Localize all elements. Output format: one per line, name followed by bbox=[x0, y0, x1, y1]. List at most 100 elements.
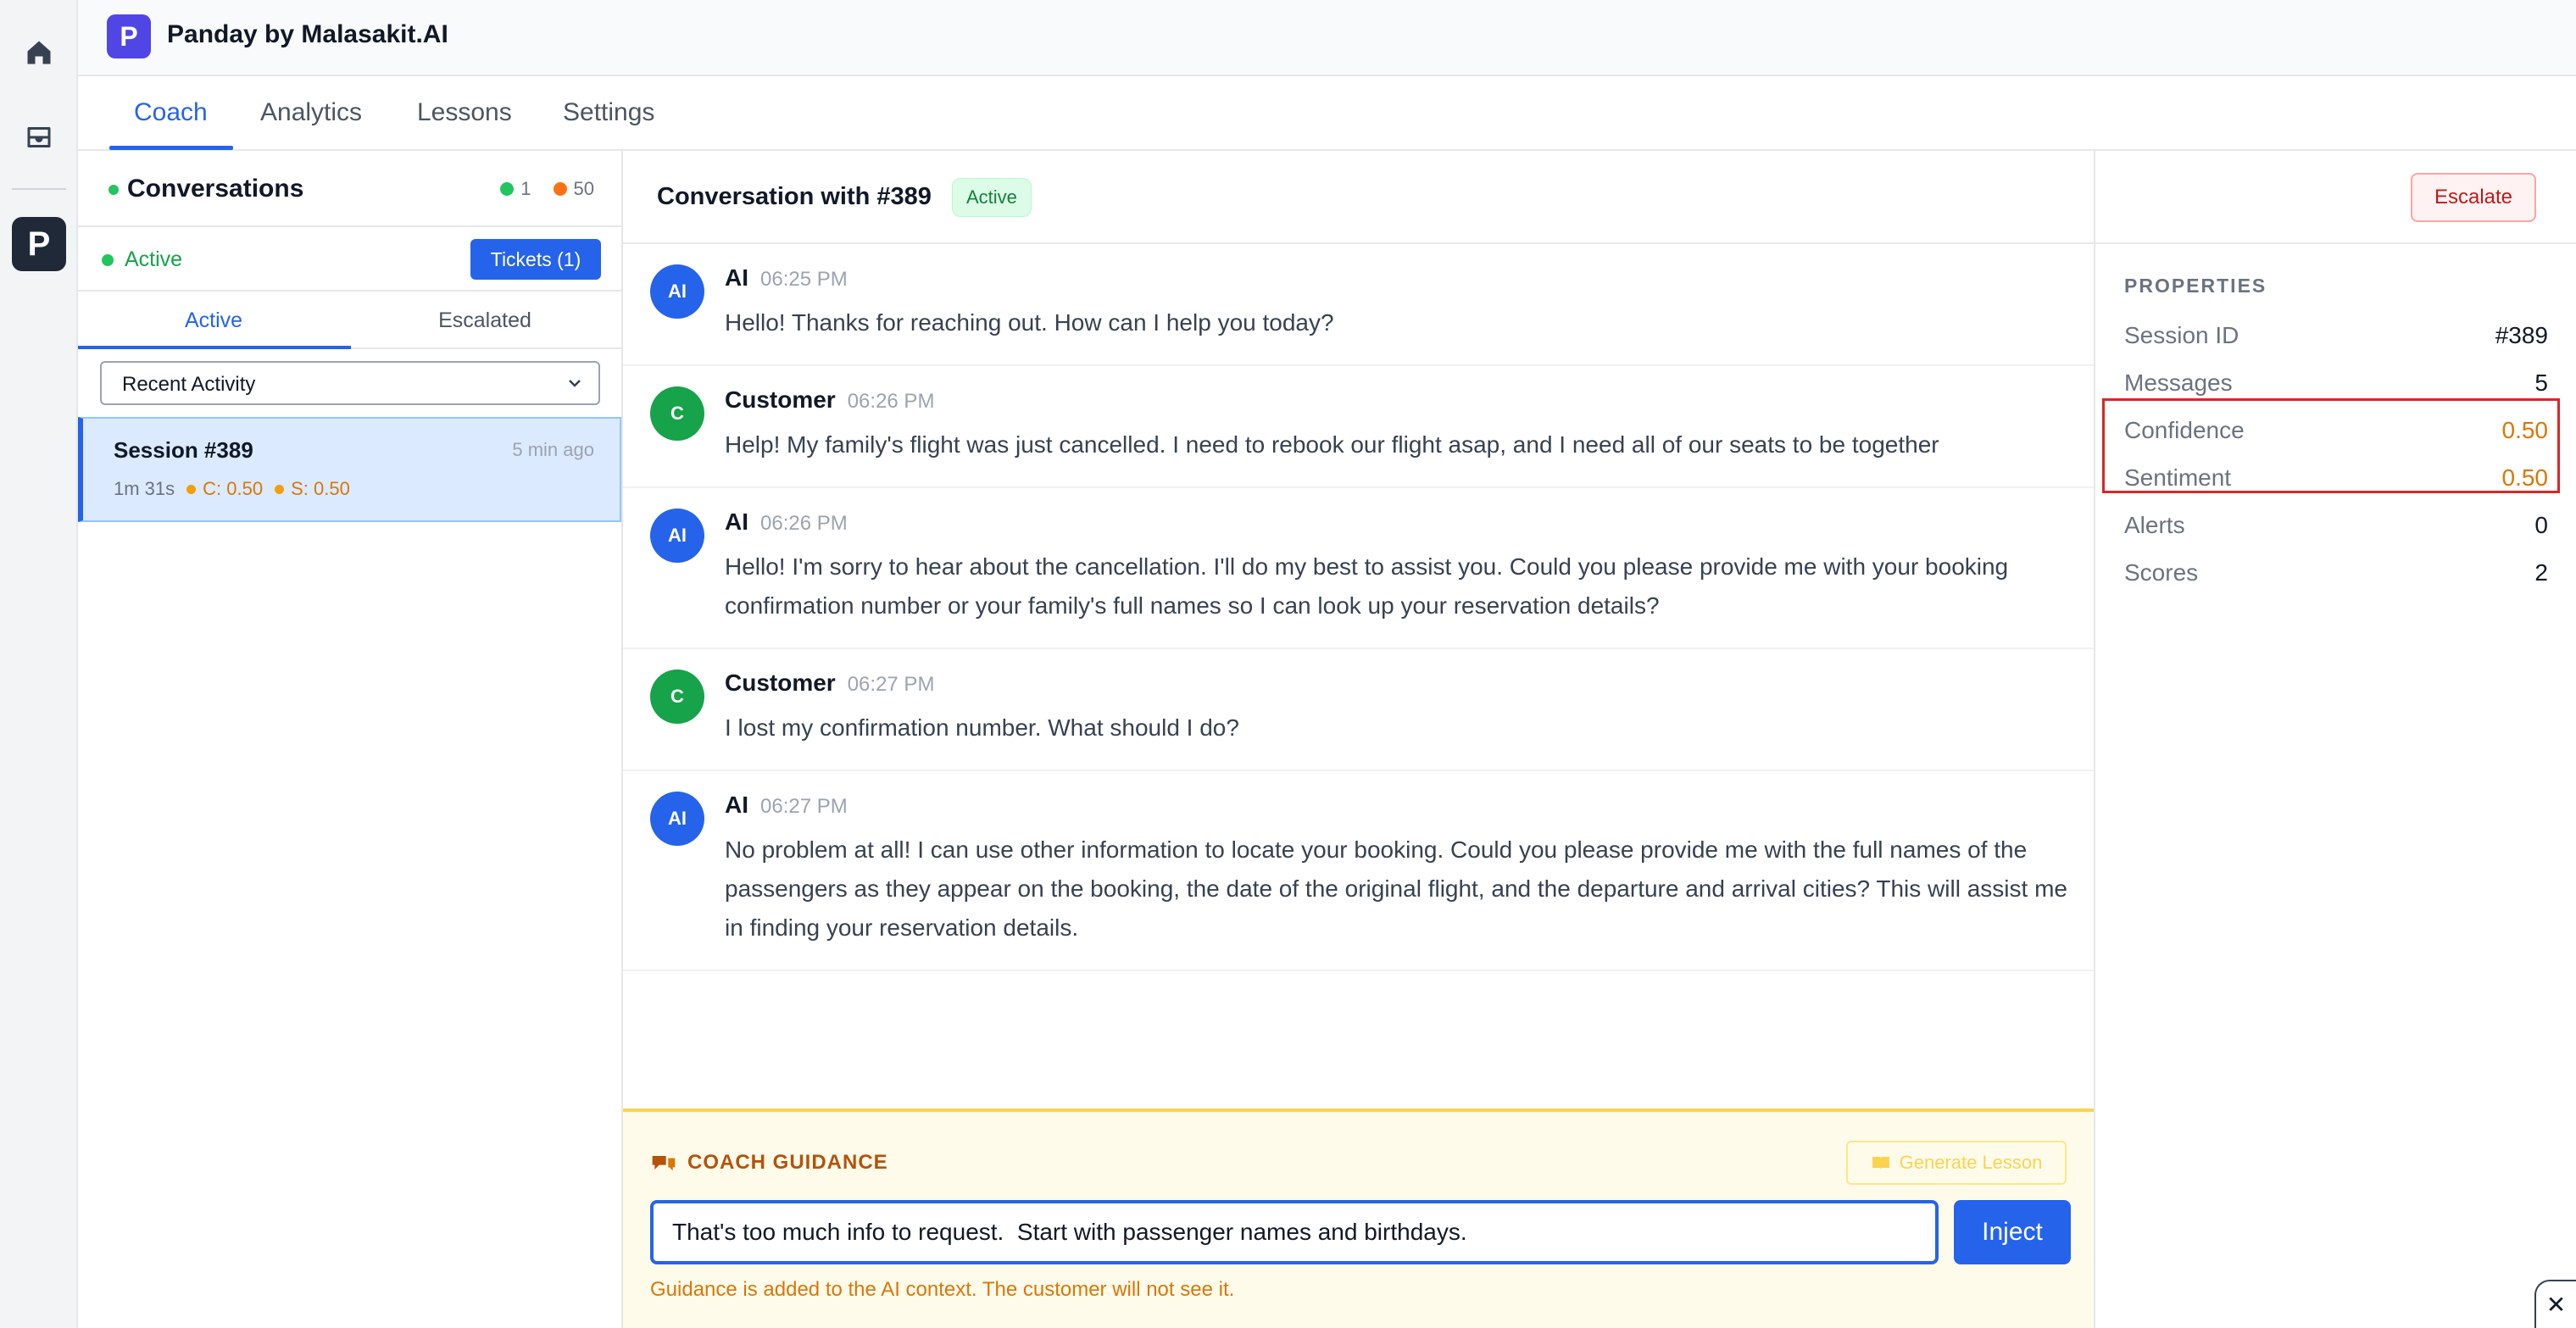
subtab-escalated[interactable]: Escalated bbox=[349, 308, 620, 333]
sort-select-value: Recent Activity bbox=[122, 373, 256, 396]
conversation-title: Conversation with #389 bbox=[657, 183, 932, 210]
active-count-dot bbox=[500, 182, 515, 196]
message-text: Help! My family's flight was just cancel… bbox=[725, 431, 1939, 458]
escalate-button[interactable]: Escalate bbox=[2411, 173, 2536, 222]
sender-name: AI bbox=[725, 508, 748, 535]
rail-divider bbox=[12, 188, 66, 190]
property-key: Messages bbox=[2124, 370, 2233, 396]
conversation-header: Conversation with #389 Active bbox=[623, 151, 2095, 244]
message-sender: AI 06:27 PM bbox=[725, 792, 848, 819]
message-item: C Customer 06:26 PM Help! My family's fli… bbox=[623, 366, 2094, 488]
sender-name: AI bbox=[725, 792, 748, 818]
active-tab-indicator bbox=[109, 146, 233, 150]
total-count: 50 bbox=[573, 178, 594, 199]
sender-name: AI bbox=[725, 264, 748, 291]
ai-avatar: AI bbox=[650, 264, 704, 319]
message-time: 06:27 PM bbox=[847, 673, 935, 696]
session-card[interactable]: Session #389 5 min ago 1m 31s C: 0.50 S:… bbox=[78, 417, 621, 522]
conversations-header: Conversations 1 50 bbox=[78, 151, 621, 227]
tab-settings[interactable]: Settings bbox=[563, 98, 654, 127]
active-count: 1 bbox=[520, 178, 531, 199]
property-value: 5 bbox=[2534, 370, 2548, 396]
session-sentiment-value: S: 0.50 bbox=[291, 478, 350, 499]
message-text: Hello! I'm sorry to hear about the cance… bbox=[725, 553, 2009, 619]
customer-avatar: C bbox=[650, 670, 704, 724]
property-value: #389 bbox=[2495, 322, 2548, 348]
message-sender: AI 06:26 PM bbox=[725, 508, 848, 536]
message-item: C Customer 06:27 PM I lost my confirmatio… bbox=[623, 649, 2094, 771]
left-rail: P bbox=[0, 0, 78, 1328]
app-logo: P bbox=[107, 14, 151, 58]
property-row: Scores 2 bbox=[2124, 551, 2548, 598]
inbox-icon[interactable] bbox=[12, 110, 66, 164]
message-sender: AI 06:25 PM bbox=[725, 264, 848, 292]
guidance-input[interactable] bbox=[650, 1200, 1939, 1264]
tab-coach[interactable]: Coach bbox=[134, 98, 208, 127]
generate-lesson-button[interactable]: Generate Lesson bbox=[1846, 1141, 2067, 1185]
chevron-down-icon bbox=[569, 380, 581, 387]
message-sender: Customer 06:27 PM bbox=[725, 670, 934, 697]
conversation-counts: 1 50 bbox=[500, 178, 594, 200]
message-item: AI AI 06:27 PM No problem at all! I can u… bbox=[623, 771, 2094, 971]
sort-select[interactable]: Recent Activity bbox=[100, 361, 600, 405]
session-time-ago: 5 min ago bbox=[512, 439, 594, 460]
message-time: 06:25 PM bbox=[760, 268, 848, 291]
app-title: Panday by Malasakit.AI bbox=[167, 20, 448, 48]
confidence-dot bbox=[186, 484, 197, 494]
book-icon bbox=[1872, 1157, 1889, 1170]
message-time: 06:26 PM bbox=[760, 512, 848, 535]
session-title: Session #389 bbox=[114, 437, 253, 463]
main-nav: Coach Analytics Lessons Settings bbox=[78, 76, 2576, 151]
message-text: I lost my confirmation number. What shou… bbox=[725, 714, 1239, 741]
sender-name: Customer bbox=[725, 670, 836, 696]
session-meta: 1m 31s C: 0.50 S: 0.50 bbox=[114, 478, 350, 500]
message-time: 06:26 PM bbox=[847, 390, 935, 413]
panday-app-letter: P bbox=[27, 225, 51, 263]
property-row: Confidence 0.50 bbox=[2124, 408, 2548, 456]
property-value: 0.50 bbox=[2501, 417, 2549, 443]
message-time: 06:27 PM bbox=[760, 795, 848, 818]
property-row: Alerts 0 bbox=[2124, 503, 2548, 551]
message-sender: Customer 06:26 PM bbox=[725, 386, 934, 414]
panday-app-button[interactable]: P bbox=[12, 217, 66, 271]
property-value: 0 bbox=[2534, 512, 2548, 538]
status-badge: Active bbox=[952, 178, 1032, 217]
session-confidence-value: C: 0.50 bbox=[203, 478, 264, 499]
property-value: 2 bbox=[2534, 559, 2548, 586]
status-dot bbox=[108, 185, 119, 195]
property-value: 0.50 bbox=[2501, 464, 2549, 491]
session-confidence: C: 0.50 bbox=[186, 478, 263, 500]
tickets-button[interactable]: Tickets (1) bbox=[470, 239, 601, 280]
property-row: Sentiment 0.50 bbox=[2124, 456, 2548, 503]
tab-lessons[interactable]: Lessons bbox=[417, 98, 512, 127]
inject-button[interactable]: Inject bbox=[1954, 1200, 2071, 1264]
session-sentiment: S: 0.50 bbox=[275, 478, 350, 500]
home-icon[interactable] bbox=[12, 25, 66, 80]
conversation-panel: Conversation with #389 Active AI AI 06:25… bbox=[623, 151, 2095, 1328]
subtab-active[interactable]: Active bbox=[78, 308, 349, 333]
ai-avatar: AI bbox=[650, 792, 704, 846]
coach-guidance-label: COACH GUIDANCE bbox=[687, 1151, 888, 1174]
active-status-label: Active bbox=[125, 247, 183, 271]
message-item: AI AI 06:26 PM Hello! I'm sorry to hear a… bbox=[623, 488, 2094, 649]
close-icon[interactable]: ✕ bbox=[2534, 1280, 2576, 1328]
property-row: Messages 5 bbox=[2124, 361, 2548, 408]
conversations-panel: Conversations 1 50 Active Tickets (1) Ac… bbox=[78, 151, 623, 1328]
message-item: AI AI 06:25 PM Hello! Thanks for reaching… bbox=[623, 244, 2094, 366]
megaphone-icon bbox=[652, 1156, 676, 1171]
logo-letter: P bbox=[120, 20, 138, 52]
close-glyph: ✕ bbox=[2545, 1292, 2567, 1318]
property-key: Scores bbox=[2124, 559, 2199, 586]
property-key: Alerts bbox=[2124, 512, 2185, 538]
tab-analytics[interactable]: Analytics bbox=[260, 98, 362, 127]
coach-guidance-panel: COACH GUIDANCE Generate Lesson Inject Gu… bbox=[623, 1109, 2094, 1328]
property-key: Session ID bbox=[2124, 322, 2239, 348]
property-row: Session ID #389 bbox=[2124, 314, 2548, 361]
sentiment-dot bbox=[275, 484, 285, 494]
ai-avatar: AI bbox=[650, 508, 704, 563]
properties-panel: PROPERTIES Session ID #389 Messages 5 Co… bbox=[2095, 244, 2576, 1328]
customer-avatar: C bbox=[650, 386, 704, 441]
status-row: Active Tickets (1) bbox=[78, 227, 621, 292]
generate-lesson-label: Generate Lesson bbox=[1899, 1152, 2043, 1173]
properties-heading: PROPERTIES bbox=[2124, 275, 2267, 297]
